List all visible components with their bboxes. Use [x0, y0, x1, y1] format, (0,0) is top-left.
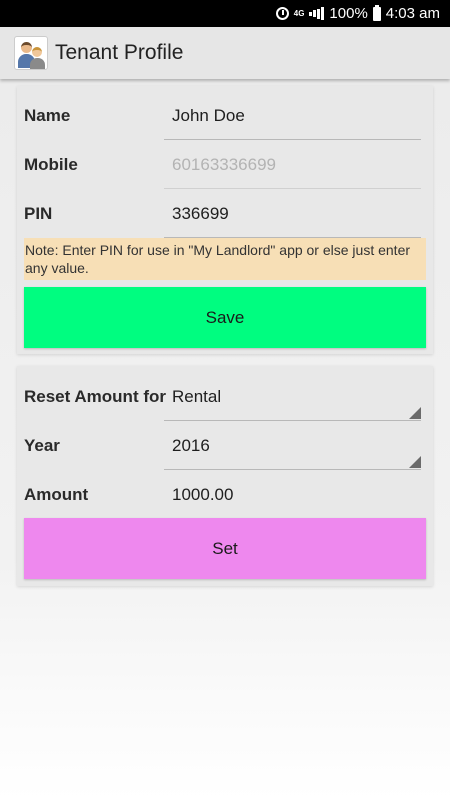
amount-label: Amount	[24, 484, 89, 504]
clock: 4:03 am	[385, 5, 440, 22]
signal-icon	[309, 7, 325, 20]
status-bar: 4G 100% 4:03 am	[0, 0, 450, 27]
pin-field[interactable]: 336699	[164, 191, 421, 238]
profile-card: Name John Doe Mobile 60163336699 PIN 336…	[17, 86, 433, 354]
mobile-row: Mobile 60163336699	[17, 140, 433, 189]
reset-type-dropdown[interactable]: Rental	[164, 374, 421, 421]
year-dropdown[interactable]: 2016	[164, 423, 421, 470]
mobile-label: Mobile	[24, 154, 78, 174]
year-row: Year 2016	[17, 421, 433, 470]
pin-note: Note: Enter PIN for use in "My Landlord"…	[24, 238, 426, 280]
reset-for-row: Reset Amount for Rental	[17, 372, 433, 421]
alarm-icon	[275, 7, 289, 20]
mobile-field[interactable]: 60163336699	[164, 142, 421, 189]
battery-percent: 100%	[329, 5, 368, 22]
save-button[interactable]: Save	[24, 287, 426, 348]
reset-amount-label: Reset Amount for	[24, 386, 166, 406]
reset-amount-card: Reset Amount for Rental Year 2016 Amount…	[17, 366, 433, 586]
network-type-indicator: 4G	[293, 8, 305, 18]
year-label: Year	[24, 435, 60, 455]
action-bar: Tenant Profile	[0, 27, 450, 79]
pin-label: PIN	[24, 203, 53, 223]
page-title: Tenant Profile	[55, 41, 184, 64]
name-field[interactable]: John Doe	[164, 93, 421, 140]
name-label: Name	[24, 105, 71, 125]
amount-field[interactable]: 1000.00	[164, 472, 421, 519]
name-row: Name John Doe	[17, 91, 433, 140]
set-button[interactable]: Set	[24, 518, 426, 579]
amount-row: Amount 1000.00	[17, 470, 433, 519]
battery-icon	[372, 4, 381, 21]
pin-row: PIN 336699	[17, 189, 433, 238]
tenant-couple-icon[interactable]	[14, 36, 48, 70]
